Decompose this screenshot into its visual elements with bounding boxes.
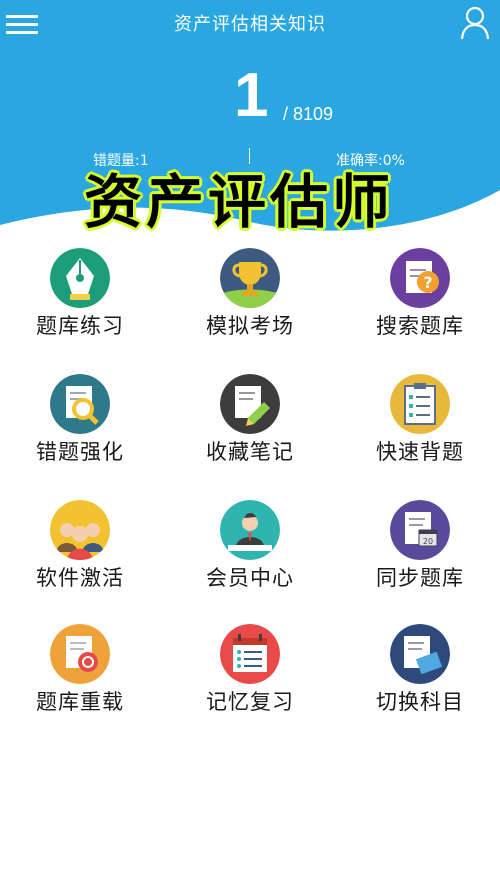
fountain-pen-icon: [50, 248, 110, 308]
tile-label: 题库重载: [36, 690, 124, 714]
overlay-banner-title: 资产评估师: [84, 168, 395, 236]
tile-label: 记忆复习: [206, 690, 294, 714]
tile-sync-bank[interactable]: 20 同步题库: [350, 500, 490, 600]
tile-label: 会员中心: [206, 566, 294, 590]
total-questions: / 8109: [283, 104, 334, 124]
tile-switch-subject[interactable]: 切换科目: [350, 624, 490, 724]
group-people-icon: [50, 500, 110, 560]
tile-software-activation[interactable]: 软件激活: [10, 500, 150, 600]
magnifier-document-icon: [50, 374, 110, 434]
tile-wrong-review[interactable]: 错题强化: [10, 374, 150, 474]
tile-label: 同步题库: [376, 566, 464, 590]
member-person-icon: [220, 500, 280, 560]
calendar-document-icon: 20: [390, 500, 450, 560]
reload-document-icon: [50, 624, 110, 684]
current-question-index: 1: [234, 61, 269, 130]
tile-search-bank[interactable]: ? 搜索题库: [350, 248, 490, 348]
tile-label: 题库练习: [36, 314, 124, 338]
tile-label: 错题强化: [36, 440, 124, 464]
tile-label: 快速背题: [376, 440, 464, 464]
svg-text:?: ?: [423, 273, 432, 292]
clipboard-icon: [390, 374, 450, 434]
tile-label: 收藏笔记: [206, 440, 294, 464]
question-document-icon: ?: [390, 248, 450, 308]
tile-bank-reload[interactable]: 题库重载: [10, 624, 150, 724]
svg-text:20: 20: [423, 537, 433, 546]
pen-note-icon: [220, 374, 280, 434]
tile-member-center[interactable]: 会员中心: [180, 500, 320, 600]
calendar-list-icon: [220, 624, 280, 684]
keyboard-document-icon: [390, 624, 450, 684]
tile-quick-memorize[interactable]: 快速背题: [350, 374, 490, 474]
tile-label: 切换科目: [376, 690, 464, 714]
tile-label: 模拟考场: [206, 314, 294, 338]
tile-question-practice[interactable]: 题库练习: [10, 248, 150, 348]
trophy-icon: [220, 248, 280, 308]
page-title: 资产评估相关知识: [174, 14, 326, 35]
tile-memory-review[interactable]: 记忆复习: [180, 624, 320, 724]
tile-label: 搜索题库: [376, 314, 464, 338]
tile-mock-exam[interactable]: 模拟考场: [180, 248, 320, 348]
tile-label: 软件激活: [36, 566, 124, 590]
tile-favorite-notes[interactable]: 收藏笔记: [180, 374, 320, 474]
